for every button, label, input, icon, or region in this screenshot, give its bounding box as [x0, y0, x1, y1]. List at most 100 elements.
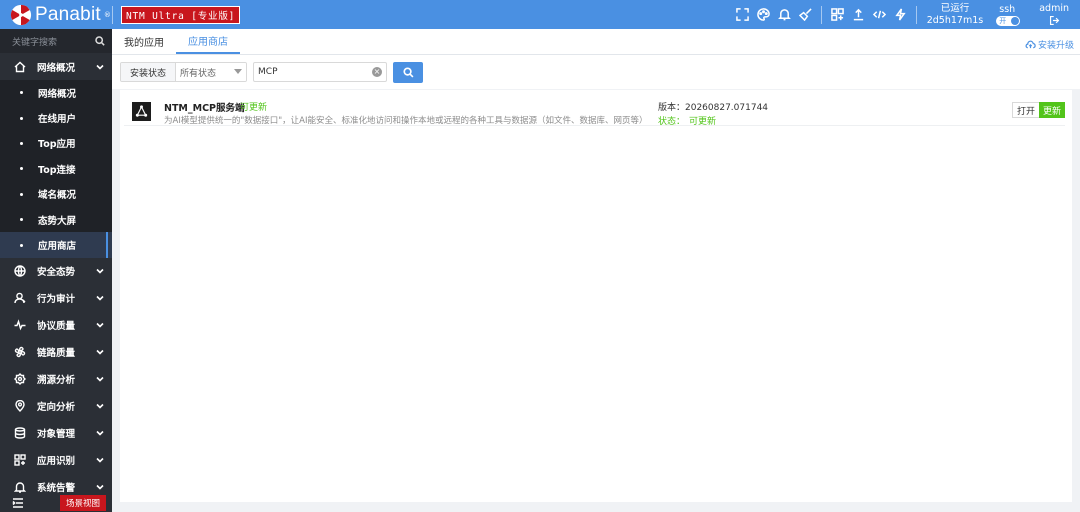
chevron-down-icon	[96, 63, 104, 71]
code-icon[interactable]	[869, 0, 890, 29]
sidebar-item-label: 域名概况	[38, 190, 77, 202]
header-divider	[820, 5, 822, 24]
sidebar-item-network-overview[interactable]: 网络概况	[0, 80, 112, 105]
bullet	[20, 218, 23, 222]
sidebar-group-label: 溯源分析	[37, 375, 76, 387]
search-icon[interactable]	[95, 36, 105, 46]
umbrella-logo-icon	[10, 4, 32, 25]
sidebar-item-label: 网络概况	[38, 88, 77, 100]
panabit-logo[interactable]: Panabit ®	[0, 0, 112, 29]
sidebar-footer: 场景视图	[0, 494, 112, 512]
sidebar-item-situation-screen[interactable]: 态势大屏	[0, 207, 112, 232]
sidebar-item-app-store[interactable]: 应用商店	[0, 232, 112, 259]
main-content: 我的应用 应用商店 安装升级 安装状态 所有状态 MCP × NTM_MCP服务…	[112, 29, 1080, 512]
sidebar-item-label: Top应用	[38, 139, 76, 151]
header-divider	[915, 5, 917, 24]
install-status-label: 安装状态	[121, 63, 177, 81]
sidebar-group-trace-analysis[interactable]: 溯源分析	[0, 366, 112, 393]
sidebar-group-link-quality[interactable]: 链路质量	[0, 339, 112, 366]
bullet	[20, 167, 23, 171]
chevron-down-icon	[96, 348, 104, 356]
install-upgrade-link[interactable]: 安装升级	[1025, 38, 1074, 51]
sidebar-group-label: 行为审计	[37, 294, 76, 306]
search-query: MCP	[258, 67, 278, 77]
sidebar-item-top-apps[interactable]: Top应用	[0, 131, 112, 156]
bullet	[20, 116, 23, 120]
top-header: Panabit ® NTM Ultra [专业版] 已运行 2d5h17m1s s…	[0, 0, 1080, 29]
search-input[interactable]: MCP ×	[253, 62, 388, 82]
home-icon	[14, 61, 30, 73]
palette-icon[interactable]	[753, 0, 774, 29]
layout-icon[interactable]	[827, 0, 848, 29]
app-list-panel: NTM_MCP服务端 可更新 为AI模型提供统一的"数据接口"，让AI能安全、标…	[120, 90, 1072, 502]
chevron-down-icon	[96, 267, 104, 275]
sidebar-group-targeted-analysis[interactable]: 定向分析	[0, 393, 112, 420]
install-upgrade-label: 安装升级	[1037, 41, 1074, 51]
sidebar-group-label: 系统告警	[37, 483, 76, 495]
sidebar-item-label: 应用商店	[38, 241, 77, 253]
edition-badge: NTM Ultra [专业版]	[121, 5, 241, 24]
bullet	[20, 243, 23, 247]
sidebar-submenu: 网络概况 在线用户 Top应用 Top连接 域名概况 态势大屏 应用商店	[0, 80, 112, 259]
logout-icon[interactable]	[1049, 15, 1060, 26]
sidebar: 关键字搜索 网络概况 网络概况 在线用户 Top应用 Top连接 域名概况 态势…	[0, 29, 112, 512]
install-status-select[interactable]: 所有状态	[176, 63, 247, 81]
chevron-down-icon	[96, 483, 104, 491]
bullet	[20, 91, 23, 95]
sidebar-group-object-management[interactable]: 对象管理	[0, 420, 112, 447]
sidebar-group-security[interactable]: 安全态势	[0, 258, 112, 285]
bell-icon[interactable]	[774, 0, 795, 29]
sidebar-group-label: 安全态势	[37, 267, 76, 279]
sidebar-item-label: 态势大屏	[38, 215, 77, 227]
sidebar-group-network-overview[interactable]: 网络概况	[0, 53, 112, 80]
alarm-icon	[14, 481, 30, 493]
upload-icon[interactable]	[848, 0, 869, 29]
update-button[interactable]: 更新	[1038, 102, 1065, 118]
globe-icon	[14, 265, 30, 277]
chevron-down-icon	[96, 402, 104, 410]
chevron-down-icon	[96, 294, 104, 302]
update-available-badge: 可更新	[240, 103, 268, 113]
user-icon	[14, 292, 30, 304]
clear-icon[interactable]: ×	[372, 67, 383, 77]
sidebar-group-label: 对象管理	[37, 429, 76, 441]
fan-icon	[14, 346, 30, 358]
lightning-icon[interactable]	[890, 0, 911, 29]
database-icon	[14, 427, 30, 439]
chevron-down-icon	[96, 456, 104, 464]
sidebar-item-label: Top连接	[38, 164, 76, 176]
header-divider	[112, 5, 113, 24]
install-status-filter[interactable]: 安装状态 所有状态	[120, 62, 248, 82]
search-input[interactable]: 关键字搜索	[12, 35, 57, 48]
pulse-icon	[14, 319, 30, 331]
uptime-value: 2d5h17m1s	[926, 14, 984, 26]
sidebar-group-label: 协议质量	[37, 321, 76, 333]
tab-app-store[interactable]: 应用商店	[176, 28, 240, 54]
fullscreen-icon[interactable]	[732, 0, 753, 29]
user-name[interactable]: admin	[1039, 3, 1069, 15]
broom-icon[interactable]	[795, 0, 816, 29]
sidebar-item-domain-overview[interactable]: 域名概况	[0, 182, 112, 207]
sidebar-item-top-connections[interactable]: Top连接	[0, 156, 112, 181]
sidebar-group-protocol-quality[interactable]: 协议质量	[0, 312, 112, 339]
menu-toggle-icon[interactable]	[12, 497, 24, 509]
toggle-knob	[1011, 16, 1020, 25]
sidebar-search[interactable]: 关键字搜索	[0, 29, 112, 53]
tab-my-apps[interactable]: 我的应用	[112, 28, 176, 54]
registered-mark: ®	[103, 10, 111, 19]
ssh-toggle[interactable]: 开	[996, 15, 1021, 26]
sidebar-group-audit[interactable]: 行为审计	[0, 285, 112, 312]
chevron-down-icon	[96, 429, 104, 437]
install-status-value: 所有状态	[180, 68, 217, 79]
uptime-label: 已运行	[940, 2, 970, 14]
mcp-app-icon	[132, 102, 151, 121]
brand-name: Panabit	[35, 3, 101, 25]
app-name: NTM_MCP服务端	[164, 103, 245, 114]
sidebar-group-app-identification[interactable]: 应用识别	[0, 447, 112, 474]
search-button[interactable]	[393, 61, 424, 83]
open-button[interactable]: 打开	[1011, 102, 1040, 118]
app-status-value: 可更新	[689, 117, 717, 127]
sidebar-item-online-users[interactable]: 在线用户	[0, 105, 112, 130]
scene-view-button[interactable]: 场景视图	[60, 495, 107, 511]
chevron-down-icon	[96, 375, 104, 383]
